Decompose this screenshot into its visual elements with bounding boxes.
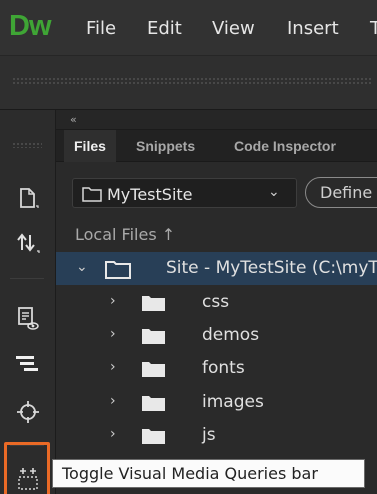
menu-tools-partial[interactable]: T — [370, 18, 377, 39]
menu-edit[interactable]: Edit — [147, 18, 182, 39]
crosshair-icon — [17, 401, 39, 423]
tooltip: Toggle Visual Media Queries bar — [52, 459, 365, 488]
menu-insert[interactable]: Insert — [287, 18, 339, 39]
folder-icon — [105, 261, 131, 279]
collapse-panel-icon[interactable]: « — [70, 113, 77, 126]
media-queries-icon — [16, 356, 38, 371]
common-toolbar — [0, 110, 56, 494]
folder-icon — [142, 396, 165, 411]
tree-folder-row[interactable]: › images — [56, 386, 377, 419]
target-button[interactable] — [10, 394, 46, 430]
folder-icon — [82, 187, 102, 202]
folder-icon — [142, 362, 165, 377]
folder-icon — [142, 296, 165, 311]
define-servers-button[interactable]: Define — [305, 177, 377, 208]
folder-label: demos — [202, 325, 260, 345]
chevron-right-icon[interactable]: › — [110, 326, 116, 342]
tree-folder-row[interactable]: › demos — [56, 319, 377, 352]
menu-view[interactable]: View — [212, 18, 255, 39]
site-select[interactable]: MyTestSite ⌄ — [72, 178, 297, 208]
menu-file[interactable]: File — [86, 18, 116, 39]
chevron-down-icon[interactable]: ⌄ — [76, 259, 88, 275]
tree-folder-row[interactable]: › css — [56, 286, 377, 319]
folder-label: images — [202, 392, 264, 412]
toolbar-separator — [10, 278, 44, 279]
folder-label: js — [202, 425, 216, 445]
site-select-value: MyTestSite — [107, 185, 193, 204]
expand-dots-icon — [18, 468, 38, 490]
folder-icon — [142, 329, 165, 344]
tree-root-label: Site - MyTestSite (C:\myT — [166, 258, 377, 278]
chevron-right-icon[interactable]: › — [110, 393, 116, 409]
menu-bar: Dw File Edit View Insert T — [0, 0, 377, 55]
toolbar-grip[interactable] — [12, 77, 372, 85]
new-document-icon — [20, 188, 39, 208]
customize-toolbar-button[interactable] — [10, 460, 46, 494]
local-files-header[interactable]: Local Files ↑ — [75, 225, 175, 244]
document-toolbar — [0, 55, 377, 110]
panel-tabs: Files Snippets Code Inspector — [56, 130, 377, 162]
dreamweaver-window: Dw File Edit View Insert T « Files Snipp… — [0, 0, 377, 494]
sync-arrows-icon — [17, 233, 40, 253]
tab-snippets[interactable]: Snippets — [126, 130, 205, 162]
panel-collapse-bar: « — [56, 110, 377, 130]
folder-label: fonts — [202, 358, 245, 378]
app-logo: Dw — [9, 10, 51, 42]
common-toolbar-grip[interactable] — [12, 142, 42, 148]
tree-folder-row[interactable]: › js — [56, 419, 377, 452]
sync-button[interactable] — [10, 225, 46, 261]
files-panel: « Files Snippets Code Inspector MyTestSi… — [56, 110, 377, 494]
new-document-button[interactable] — [10, 180, 46, 216]
live-view-options-button[interactable] — [10, 300, 46, 336]
tab-code-inspector[interactable]: Code Inspector — [224, 130, 346, 162]
toolbar-separator — [10, 445, 44, 446]
chevron-right-icon[interactable]: › — [110, 293, 116, 309]
chevron-right-icon[interactable]: › — [110, 359, 116, 375]
folder-label: css — [202, 292, 230, 312]
chevron-right-icon[interactable]: › — [110, 426, 116, 442]
tree-root-row[interactable]: ⌄ Site - MyTestSite (C:\myT — [56, 252, 377, 285]
document-eye-icon — [18, 307, 39, 330]
chevron-down-icon: ⌄ — [268, 184, 280, 200]
folder-icon — [142, 429, 165, 444]
toggle-visual-media-queries-button[interactable] — [10, 346, 46, 382]
tab-files[interactable]: Files — [64, 130, 116, 162]
tree-folder-row[interactable]: › fonts — [56, 352, 377, 385]
